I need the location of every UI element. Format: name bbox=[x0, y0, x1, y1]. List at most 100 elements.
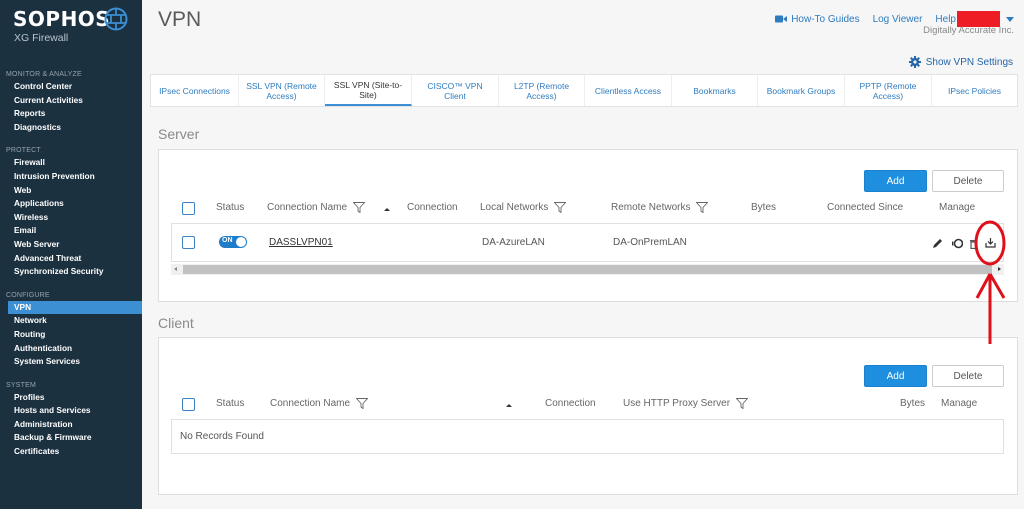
status-toggle[interactable]: ON bbox=[219, 236, 247, 248]
globe-brick-icon bbox=[104, 7, 128, 31]
tab-cisco-vpn-client[interactable]: CISCO™ VPN Client bbox=[412, 75, 499, 106]
nav-section-monitor: MONITOR & ANALYZE bbox=[6, 71, 82, 78]
sidebar-item-wireless[interactable]: Wireless bbox=[0, 211, 142, 225]
tab-bookmark-groups[interactable]: Bookmark Groups bbox=[758, 75, 845, 106]
filter-icon[interactable] bbox=[356, 398, 369, 409]
client-delete-button[interactable]: Delete bbox=[932, 365, 1004, 387]
sidebar-item-routing[interactable]: Routing bbox=[0, 328, 142, 342]
page-title: VPN bbox=[158, 8, 202, 31]
help-link[interactable]: Help bbox=[935, 14, 956, 25]
server-col-connection-name-label: Connection Name bbox=[267, 202, 348, 213]
sort-ascending-icon[interactable] bbox=[384, 208, 390, 211]
sidebar-item-diagnostics[interactable]: Diagnostics bbox=[0, 121, 142, 135]
tab-ipsec-policies[interactable]: IPsec Policies bbox=[932, 75, 1017, 106]
server-col-local-networks-label: Local Networks bbox=[480, 202, 549, 213]
server-col-connected-since[interactable]: Connected Since bbox=[827, 202, 903, 213]
sidebar-item-hosts-and-services[interactable]: Hosts and Services bbox=[0, 404, 142, 418]
nav-section-configure: CONFIGURE bbox=[6, 291, 50, 299]
scroll-left-icon[interactable] bbox=[174, 267, 177, 271]
gear-icon bbox=[908, 56, 921, 68]
show-vpn-settings-link[interactable]: Show VPN Settings bbox=[908, 56, 1013, 68]
filter-icon[interactable] bbox=[554, 202, 567, 213]
sidebar-item-firewall[interactable]: Firewall bbox=[0, 156, 142, 170]
sidebar-item-web[interactable]: Web bbox=[0, 184, 142, 198]
client-col-use-http-proxy[interactable]: Use HTTP Proxy Server bbox=[623, 398, 749, 409]
tab-l2tp-remote-access[interactable]: L2TP (Remote Access) bbox=[499, 75, 585, 106]
sidebar-item-synchronized-security[interactable]: Synchronized Security bbox=[0, 265, 142, 279]
tab-ssl-vpn-remote-access[interactable]: SSL VPN (Remote Access) bbox=[239, 75, 325, 106]
tab-clientless-access[interactable]: Clientless Access bbox=[585, 75, 672, 106]
no-records-message: No Records Found bbox=[180, 431, 264, 442]
sidebar-nav: MONITOR & ANALYZE Control Center Current… bbox=[0, 70, 142, 459]
tab-pptp-remote-access[interactable]: PPTP (Remote Access) bbox=[845, 75, 932, 106]
sidebar-item-applications[interactable]: Applications bbox=[0, 197, 142, 211]
client-col-bytes[interactable]: Bytes bbox=[900, 398, 925, 409]
client-col-status[interactable]: Status bbox=[216, 398, 244, 409]
connection-name-link[interactable]: DASSLVPN01 bbox=[269, 237, 333, 248]
server-col-remote-networks[interactable]: Remote Networks bbox=[611, 202, 709, 213]
sidebar-item-email[interactable]: Email bbox=[0, 224, 142, 238]
delete-trash-icon[interactable] bbox=[968, 238, 979, 249]
server-section-title: Server bbox=[158, 126, 200, 142]
sidebar-item-profiles[interactable]: Profiles bbox=[0, 391, 142, 405]
row-checkbox[interactable] bbox=[182, 236, 195, 249]
client-select-all-checkbox[interactable] bbox=[182, 398, 195, 411]
sidebar-item-authentication[interactable]: Authentication bbox=[0, 342, 142, 356]
nav-section-system: SYSTEM bbox=[6, 381, 36, 389]
vpn-tabs: IPsec Connections SSL VPN (Remote Access… bbox=[150, 74, 1018, 107]
server-select-all-checkbox[interactable] bbox=[182, 202, 195, 215]
sidebar-item-intrusion-prevention[interactable]: Intrusion Prevention bbox=[0, 170, 142, 184]
product-name: XG Firewall bbox=[14, 32, 69, 44]
filter-icon[interactable] bbox=[696, 202, 709, 213]
tab-bookmarks[interactable]: Bookmarks bbox=[672, 75, 758, 106]
sidebar-item-certificates[interactable]: Certificates bbox=[0, 445, 142, 459]
brand-logo[interactable]: SOPHOS XG Firewall bbox=[13, 7, 110, 44]
sidebar: SOPHOS XG Firewall MONITOR & ANALYZE Con… bbox=[0, 0, 142, 509]
sidebar-item-backup-firmware[interactable]: Backup & Firmware bbox=[0, 431, 142, 445]
user-menu-caret-icon[interactable] bbox=[1006, 16, 1014, 22]
sort-ascending-icon[interactable] bbox=[506, 404, 512, 407]
sidebar-item-network[interactable]: Network bbox=[0, 314, 142, 328]
client-col-connection[interactable]: Connection bbox=[545, 398, 596, 409]
edit-pencil-icon[interactable] bbox=[932, 238, 943, 249]
download-icon[interactable] bbox=[985, 237, 996, 248]
add-circle-icon[interactable] bbox=[952, 238, 963, 249]
scroll-right-icon[interactable] bbox=[998, 267, 1001, 271]
server-col-status[interactable]: Status bbox=[216, 202, 244, 213]
client-col-connection-name[interactable]: Connection Name bbox=[270, 398, 369, 409]
tab-ssl-vpn-site-to-site[interactable]: SSL VPN (Site-to-Site) bbox=[325, 75, 412, 106]
client-col-use-http-proxy-label: Use HTTP Proxy Server bbox=[623, 398, 731, 409]
server-col-bytes[interactable]: Bytes bbox=[751, 202, 776, 213]
empty-table-row: No Records Found bbox=[171, 419, 1004, 454]
organization-name: Digitally Accurate Inc. bbox=[923, 25, 1014, 36]
server-panel: Add Delete Status Connection Name Connec… bbox=[158, 149, 1018, 302]
scrollbar-thumb[interactable] bbox=[183, 265, 992, 274]
sidebar-item-system-services[interactable]: System Services bbox=[0, 355, 142, 369]
client-add-button[interactable]: Add bbox=[864, 365, 927, 387]
how-to-guides-link[interactable]: How-To Guides bbox=[775, 13, 860, 25]
server-col-local-networks[interactable]: Local Networks bbox=[480, 202, 567, 213]
how-to-guides-label: How-To Guides bbox=[791, 13, 860, 25]
filter-icon[interactable] bbox=[353, 202, 366, 213]
sidebar-item-reports[interactable]: Reports bbox=[0, 107, 142, 121]
sidebar-item-current-activities[interactable]: Current Activities bbox=[0, 94, 142, 108]
server-col-connection[interactable]: Connection bbox=[407, 202, 458, 213]
server-add-button[interactable]: Add bbox=[864, 170, 927, 192]
table-row: ON DASSLVPN01 DA-AzureLAN DA-OnPremLAN bbox=[171, 223, 1004, 262]
log-viewer-link[interactable]: Log Viewer bbox=[873, 14, 923, 25]
client-col-connection-name-label: Connection Name bbox=[270, 398, 351, 409]
tab-ipsec-connections[interactable]: IPsec Connections bbox=[151, 75, 239, 106]
sidebar-item-advanced-threat[interactable]: Advanced Threat bbox=[0, 252, 142, 266]
client-section-title: Client bbox=[158, 315, 194, 331]
filter-icon[interactable] bbox=[736, 398, 749, 409]
sidebar-item-control-center[interactable]: Control Center bbox=[0, 80, 142, 94]
horizontal-scrollbar[interactable] bbox=[171, 264, 1004, 275]
sidebar-item-administration[interactable]: Administration bbox=[0, 418, 142, 432]
server-col-connection-name[interactable]: Connection Name bbox=[267, 202, 366, 213]
video-camera-icon bbox=[775, 15, 788, 23]
sidebar-item-web-server[interactable]: Web Server bbox=[0, 238, 142, 252]
sidebar-item-vpn[interactable]: VPN bbox=[8, 300, 142, 315]
server-delete-button[interactable]: Delete bbox=[932, 170, 1004, 192]
brand-name: SOPHOS bbox=[13, 7, 111, 31]
client-col-manage: Manage bbox=[941, 398, 978, 409]
